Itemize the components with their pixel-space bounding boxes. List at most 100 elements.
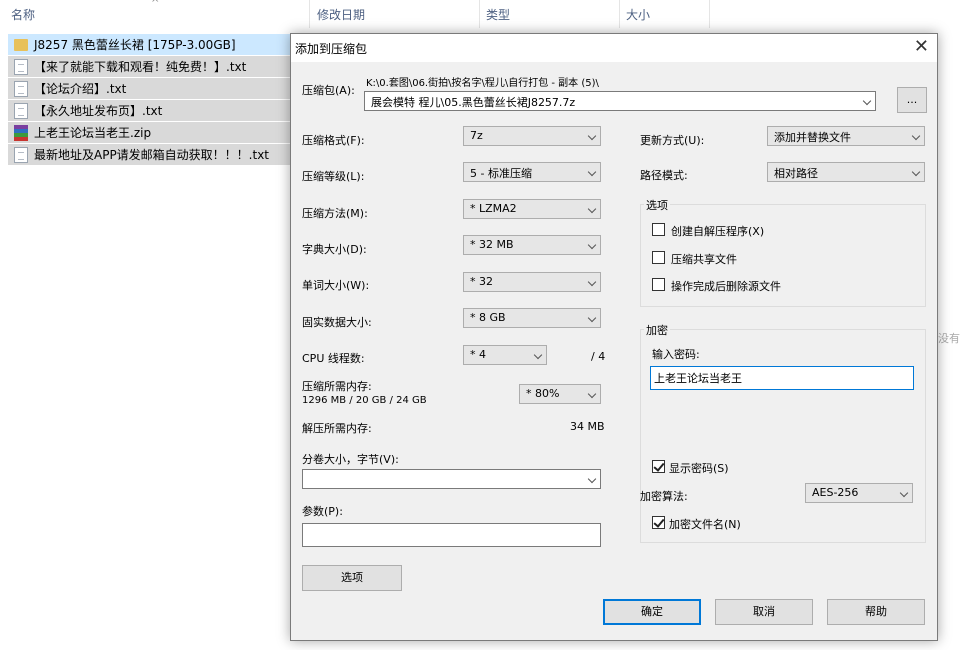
- delete-checkbox[interactable]: [652, 278, 665, 291]
- mem-decomp-value: 34 MB: [570, 420, 605, 433]
- archive-path: K:\0.套图\06.街拍\按名字\程儿\自行打包 - 副本 (5)\: [366, 78, 599, 89]
- options-button[interactable]: 选项: [302, 565, 402, 591]
- word-select[interactable]: * 32: [463, 272, 601, 292]
- help-button[interactable]: 帮助: [827, 599, 925, 625]
- params-label: 参数(P):: [302, 505, 343, 518]
- chevron-down-icon: [862, 96, 872, 106]
- column-divider: [309, 0, 310, 28]
- file-name: J8257 黑色蕾丝长裙 [175P-3.00GB]: [34, 38, 236, 52]
- dict-label: 字典大小(D):: [302, 243, 367, 256]
- column-header-type[interactable]: 类型: [486, 6, 510, 23]
- word-label: 单词大小(W):: [302, 279, 370, 292]
- chevron-down-icon: [911, 167, 921, 177]
- method-label: 压缩方法(M):: [302, 207, 368, 220]
- path-mode-label: 路径模式:: [640, 169, 688, 182]
- encrypt-method-select[interactable]: AES-256: [805, 483, 913, 503]
- path-mode-value: 相对路径: [774, 167, 818, 180]
- level-label: 压缩等级(L):: [302, 170, 365, 183]
- encrypt-method-label: 加密算法:: [640, 490, 688, 503]
- format-select[interactable]: 7z: [463, 126, 601, 146]
- column-header-date[interactable]: 修改日期: [317, 6, 365, 23]
- column-header-name[interactable]: 名称: [11, 6, 35, 23]
- add-to-archive-dialog: 添加到压缩包 ✕ 压缩包(A): K:\0.套图\06.街拍\按名字\程儿\自行…: [290, 33, 938, 641]
- sfx-checkbox[interactable]: [652, 223, 665, 236]
- show-password-checkbox[interactable]: [652, 460, 665, 473]
- rar-archive-icon: [14, 124, 28, 141]
- file-row[interactable]: 【论坛介绍】.txt: [8, 78, 290, 99]
- sort-up-icon: ^: [151, 0, 160, 9]
- encryption-group-title: 加密: [644, 322, 670, 338]
- level-select[interactable]: 5 - 标准压缩: [463, 162, 601, 182]
- dialog-title: 添加到压缩包: [295, 42, 368, 56]
- file-row[interactable]: 最新地址及APP请发邮箱自动获取！！！.txt: [8, 144, 290, 165]
- file-name: 【论坛介绍】.txt: [34, 82, 127, 96]
- update-label: 更新方式(U):: [640, 134, 705, 147]
- chevron-down-icon: [533, 350, 543, 360]
- chevron-down-icon: [587, 313, 597, 323]
- chevron-down-icon: [911, 131, 921, 141]
- column-divider: [619, 0, 620, 28]
- threads-label: CPU 线程数:: [302, 352, 365, 365]
- archive-name-input[interactable]: 展会模特 程儿\05.黑色蕾丝长裙J8257.7z: [364, 91, 876, 111]
- password-value: 上老王论坛当老王: [654, 372, 742, 385]
- update-value: 添加并替换文件: [774, 131, 851, 144]
- params-input[interactable]: [302, 523, 601, 547]
- delete-label: 操作完成后删除源文件: [671, 280, 781, 293]
- format-value: 7z: [470, 129, 483, 142]
- show-password-label: 显示密码(S): [669, 462, 729, 475]
- mem-percent-select[interactable]: * 80%: [519, 384, 601, 404]
- file-row[interactable]: 上老王论坛当老王.zip: [8, 122, 290, 143]
- update-select[interactable]: 添加并替换文件: [767, 126, 925, 146]
- chevron-down-icon: [587, 474, 597, 484]
- column-divider: [709, 0, 710, 28]
- file-name: 【来了就能下载和观看！纯免费！】.txt: [34, 60, 247, 74]
- password-input[interactable]: 上老王论坛当老王: [650, 366, 914, 390]
- chevron-down-icon: [899, 488, 909, 498]
- method-select[interactable]: * LZMA2: [463, 199, 601, 219]
- cancel-button[interactable]: 取消: [715, 599, 813, 625]
- archive-name-value: 展会模特 程儿\05.黑色蕾丝长裙J8257.7z: [371, 96, 576, 109]
- level-value: 5 - 标准压缩: [470, 167, 532, 180]
- solid-label: 固实数据大小:: [302, 316, 372, 329]
- threads-value: * 4: [470, 348, 486, 361]
- format-label: 压缩格式(F):: [302, 134, 365, 147]
- threads-max: / 4: [591, 350, 606, 363]
- text-file-icon: [14, 102, 28, 119]
- chevron-down-icon: [587, 389, 597, 399]
- volume-input[interactable]: [302, 469, 601, 489]
- file-name: 【永久地址发布页】.txt: [34, 104, 163, 118]
- encrypt-names-checkbox[interactable]: [652, 516, 665, 529]
- file-row[interactable]: 【来了就能下载和观看！纯免费！】.txt: [8, 56, 290, 77]
- column-header-size[interactable]: 大小: [626, 6, 650, 23]
- file-row[interactable]: J8257 黑色蕾丝长裙 [175P-3.00GB]: [8, 34, 290, 55]
- threads-select[interactable]: * 4: [463, 345, 547, 365]
- dict-select[interactable]: * 32 MB: [463, 235, 601, 255]
- mem-percent-value: * 80%: [526, 387, 560, 400]
- text-file-icon: [14, 58, 28, 75]
- shared-checkbox[interactable]: [652, 251, 665, 264]
- clipped-background-text: 没有: [938, 332, 960, 345]
- mem-decomp-label: 解压所需内存:: [302, 422, 372, 435]
- text-file-icon: [14, 146, 28, 163]
- file-row[interactable]: 【永久地址发布页】.txt: [8, 100, 290, 121]
- column-divider: [479, 0, 480, 28]
- close-icon[interactable]: ✕: [914, 36, 929, 57]
- file-name: 上老王论坛当老王.zip: [34, 126, 152, 140]
- folder-icon: [14, 38, 28, 51]
- method-value: * LZMA2: [470, 202, 517, 215]
- path-mode-select[interactable]: 相对路径: [767, 162, 925, 182]
- mem-comp-value: 1296 MB / 20 GB / 24 GB: [302, 395, 427, 406]
- encrypt-method-value: AES-256: [812, 486, 859, 499]
- solid-select[interactable]: * 8 GB: [463, 308, 601, 328]
- solid-value: * 8 GB: [470, 311, 506, 324]
- dialog-titlebar[interactable]: 添加到压缩包 ✕: [291, 34, 937, 62]
- encrypt-names-label: 加密文件名(N): [669, 518, 741, 531]
- chevron-down-icon: [587, 277, 597, 287]
- sfx-label: 创建自解压程序(X): [671, 225, 765, 238]
- file-name: 最新地址及APP请发邮箱自动获取！！！.txt: [34, 148, 270, 162]
- mem-comp-label: 压缩所需内存:: [302, 380, 372, 393]
- browse-button[interactable]: ...: [897, 87, 927, 113]
- dict-value: * 32 MB: [470, 238, 514, 251]
- word-value: * 32: [470, 275, 493, 288]
- ok-button[interactable]: 确定: [603, 599, 701, 625]
